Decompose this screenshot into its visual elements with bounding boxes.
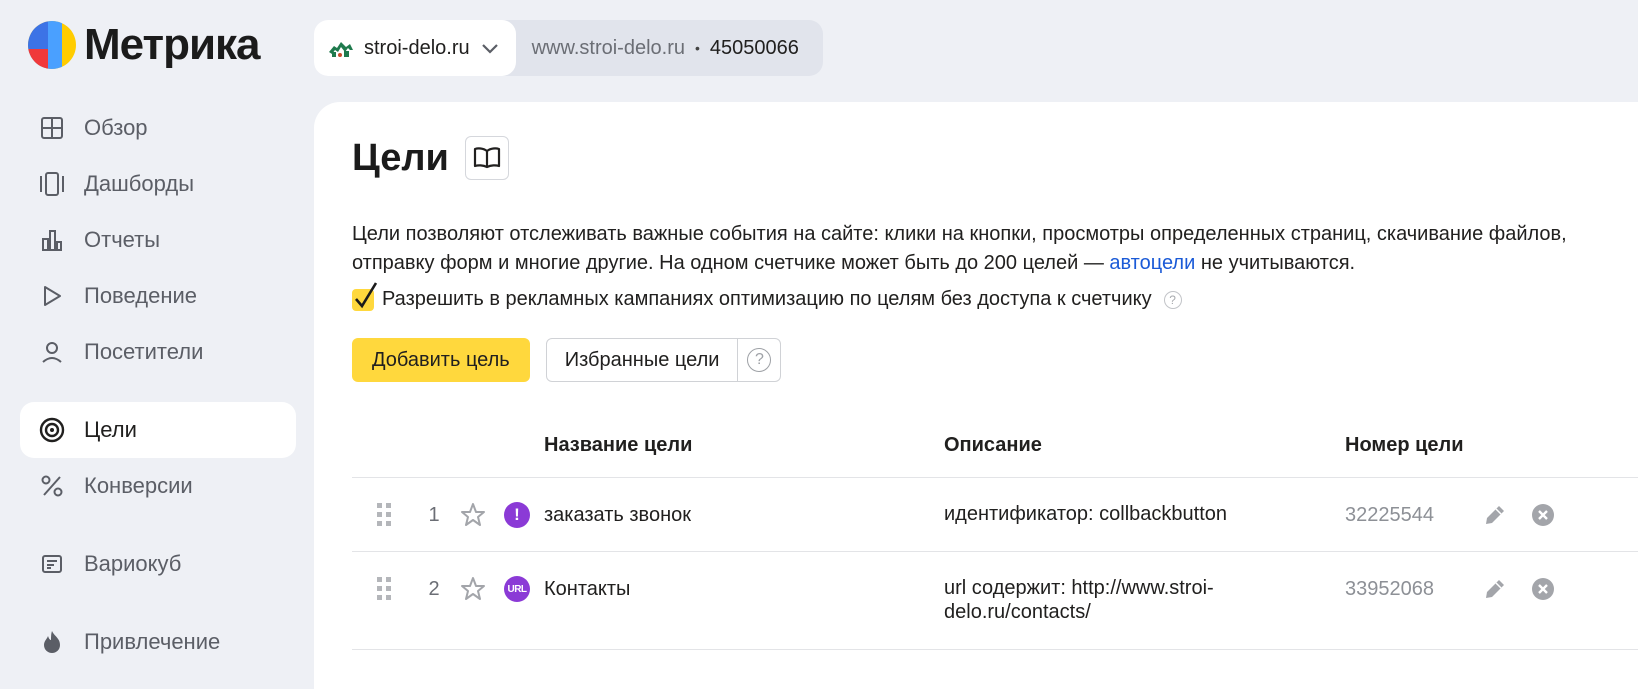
variocube-icon <box>38 550 66 578</box>
counter-separator: • <box>695 40 700 56</box>
title-row: Цели <box>352 136 509 180</box>
logo-text: Метрика <box>84 20 261 69</box>
sidebar-item-variocube[interactable]: Вариокуб <box>20 536 296 592</box>
table-row: 1 ! заказать звонок идентификатор: collb… <box>352 478 1638 552</box>
sidebar-item-reports[interactable]: Отчеты <box>20 212 296 268</box>
sidebar-item-label: Дашборды <box>84 171 194 196</box>
sidebar-item-overview[interactable]: Обзор <box>20 100 296 156</box>
favorite-goals-help-button[interactable]: ? <box>738 339 780 381</box>
help-docs-button[interactable] <box>464 136 509 180</box>
sidebar-item-label: Отчеты <box>84 227 161 252</box>
play-icon <box>38 282 66 310</box>
target-icon <box>38 416 66 444</box>
autogoals-link[interactable]: автоцели <box>1109 252 1195 274</box>
sidebar-item-label: Цели <box>84 417 137 442</box>
table-row: 2 URL Контакты url содержит: http://www.… <box>352 552 1638 650</box>
sidebar-item-goals[interactable]: Цели <box>20 402 296 458</box>
percent-icon <box>38 472 66 500</box>
sidebar-item-label: Поведение <box>84 283 197 308</box>
metrika-logo[interactable]: Метрика <box>28 20 261 70</box>
checkbox-label: Разрешить в рекламных кампаниях оптимиза… <box>382 288 1152 310</box>
optimization-checkbox[interactable] <box>352 281 378 311</box>
counter-dropdown[interactable]: stroi-delo.ru <box>314 20 516 76</box>
counter-id: 45050066 <box>709 36 799 59</box>
fire-icon <box>38 628 66 656</box>
sidebar-item-label: Привлечение <box>84 629 221 654</box>
user-icon <box>38 338 66 366</box>
sidebar-item-acquisition[interactable]: Привлечение <box>20 614 296 670</box>
column-header-name: Название цели <box>544 434 693 456</box>
goal-number: 32225544 <box>1345 504 1434 526</box>
counter-url: www.stroi-delo.ru <box>531 36 685 59</box>
drag-handle-icon[interactable] <box>376 502 392 528</box>
sidebar-item-dashboards[interactable]: Дашборды <box>20 156 296 212</box>
star-icon[interactable] <box>460 576 486 602</box>
goal-type-action-icon: ! <box>504 502 530 528</box>
delete-icon[interactable] <box>1530 502 1556 528</box>
description-text: Цели позволяют отслеживать важные событи… <box>352 223 1567 274</box>
sidebar-item-visitors[interactable]: Посетители <box>20 324 296 380</box>
delete-icon[interactable] <box>1530 576 1556 602</box>
row-index: 1 <box>428 504 440 526</box>
main-panel: Цели Цели позволяют отслеживать важные с… <box>314 102 1638 689</box>
counter-info: www.stroi-delo.ru • 45050066 <box>516 37 823 60</box>
goal-name: заказать звонок <box>544 504 691 526</box>
sidebar-item-label: Посетители <box>84 339 204 364</box>
question-icon[interactable]: ? <box>1163 290 1182 309</box>
book-icon <box>473 147 500 169</box>
goal-number: 33952068 <box>1345 578 1434 600</box>
counter-selector: stroi-delo.ru www.stroi-delo.ru • 450500… <box>314 20 823 76</box>
goal-actions: Добавить цель Избранные цели ? <box>352 338 782 382</box>
chevron-down-icon <box>481 44 498 54</box>
optimization-checkbox-row: Разрешить в рекламных кампаниях оптимиза… <box>352 281 1182 311</box>
favorite-goals-button[interactable]: Избранные цели <box>547 339 739 381</box>
sidebar-nav: Обзор Дашборды Отчеты Поведение Посетите… <box>20 100 296 670</box>
add-goal-button[interactable]: Добавить цель <box>352 338 530 382</box>
goal-description: url содержит: http://www.stroi-delo.ru/c… <box>944 577 1214 623</box>
sidebar-item-conversions[interactable]: Конверсии <box>20 458 296 514</box>
page-title: Цели <box>352 136 449 179</box>
sidebar-item-label: Конверсии <box>84 473 193 498</box>
sidebar-item-behavior[interactable]: Поведение <box>20 268 296 324</box>
goal-description: идентификатор: collbackbutton <box>944 503 1227 525</box>
grid-icon <box>38 114 66 142</box>
counter-site-name: stroi-delo.ru <box>364 36 470 59</box>
bar-chart-icon <box>38 226 66 254</box>
column-header-number: Номер цели <box>1345 434 1464 456</box>
goals-table-header: Название цели Описание Номер цели <box>352 424 1638 478</box>
goals-description: Цели позволяют отслеживать важные событи… <box>352 220 1602 278</box>
checkmark-icon <box>355 281 378 308</box>
drag-handle-icon[interactable] <box>376 576 392 602</box>
sidebar-item-label: Вариокуб <box>84 551 182 576</box>
sidebar-item-label: Обзор <box>84 115 148 140</box>
favorite-goals-group: Избранные цели ? <box>545 338 782 382</box>
pencil-icon[interactable] <box>1482 576 1508 602</box>
column-header-description: Описание <box>944 434 1042 456</box>
description-text-end: не учитываются. <box>1195 252 1356 274</box>
dashboards-icon <box>38 170 66 198</box>
question-icon: ? <box>747 348 772 372</box>
goal-name: Контакты <box>544 578 631 600</box>
star-icon[interactable] <box>460 502 486 528</box>
pencil-icon[interactable] <box>1482 502 1508 528</box>
goal-type-url-icon: URL <box>504 576 530 602</box>
logo-icon <box>28 21 76 69</box>
row-index: 2 <box>428 578 440 600</box>
site-favicon-icon <box>329 42 353 57</box>
